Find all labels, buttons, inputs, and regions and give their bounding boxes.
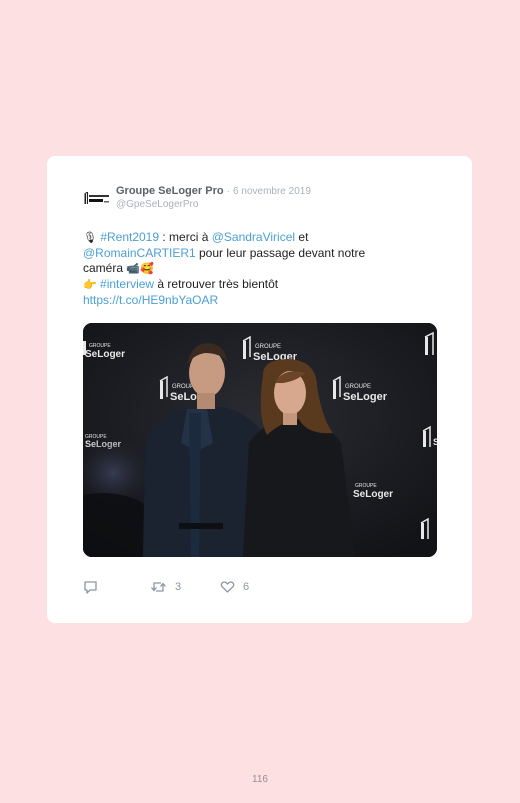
reply-button[interactable] — [83, 580, 98, 594]
backdrop-logo-top: GROUPE — [255, 344, 281, 350]
backdrop-logo-brand: SeLoger — [343, 391, 388, 403]
seloger-logo-icon — [84, 192, 109, 204]
tweet-text: 🎙 #Rent2019 : merci à @SandraViricel et … — [83, 230, 428, 308]
tweet-text-part: pour leur passage devant notre — [195, 246, 366, 260]
heart-icon — [220, 581, 235, 593]
avatar[interactable] — [83, 188, 111, 210]
tweet-card: Groupe SeLoger Pro · 6 novembre 2019 @Gp… — [47, 156, 472, 623]
mention-romaincartier1[interactable]: @RomainCARTIER1 — [83, 246, 196, 260]
tweet-line-2: @RomainCARTIER1 pour leur passage devant… — [83, 246, 428, 261]
tweet-line-1: 🎙 #Rent2019 : merci à @SandraViricel et — [83, 230, 428, 246]
hashtag-interview[interactable]: #interview — [100, 277, 154, 291]
author-handle[interactable]: @GpeSeLogerPro — [116, 199, 198, 210]
tweet-actions: 3 6 — [83, 580, 383, 594]
backdrop-logo-brand-short: Se — [433, 437, 437, 447]
like-count: 6 — [243, 581, 250, 593]
tweet-line-3: caméra 📹🥰 — [83, 261, 428, 277]
hashtag-rent2019[interactable]: #Rent2019 — [100, 230, 159, 244]
retweet-icon — [151, 582, 166, 592]
mention-sandraviricel[interactable]: @SandraViricel — [212, 230, 295, 244]
retweet-count: 3 — [175, 581, 182, 593]
author-line: Groupe SeLoger Pro · 6 novembre 2019 — [116, 185, 311, 197]
tweet-text-part: : merci à — [159, 230, 212, 244]
tweet-text-part: caméra — [83, 261, 127, 275]
like-button[interactable]: 6 — [220, 580, 249, 594]
tweet-line-5: https://t.co/HE9nbYaOAR — [83, 293, 428, 308]
reply-icon — [84, 581, 97, 594]
photo-graphic: GROUPE SeLoger GROUPE SeLoger GROUPE SeL… — [83, 323, 437, 557]
author-name[interactable]: Groupe SeLoger Pro — [116, 185, 224, 197]
microphone-icon: 🎙 — [83, 232, 97, 244]
backdrop-logo-top: GROUPE — [345, 384, 371, 390]
tweet-line-4: 👉 #interview à retrouver très bientôt — [83, 277, 428, 293]
retweet-button[interactable]: 3 — [150, 580, 181, 594]
tweet-text-part: et — [295, 230, 309, 244]
page-number: 116 — [252, 774, 268, 785]
tweet-date[interactable]: 6 novembre 2019 — [233, 186, 311, 197]
backdrop-logo-brand: SeLoger — [85, 349, 125, 360]
tweet-text-part: à retrouver très bientôt — [154, 277, 279, 291]
pointing-hand-icon: 👉 — [83, 279, 97, 291]
backdrop-logo-brand: SeLoger — [353, 489, 393, 500]
camera-smile-icon: 📹🥰 — [126, 263, 154, 275]
separator-dot: · — [226, 186, 230, 197]
tweet-url[interactable]: https://t.co/HE9nbYaOAR — [83, 293, 218, 307]
tweet-photo[interactable]: GROUPE SeLoger GROUPE SeLoger GROUPE SeL… — [83, 323, 437, 557]
